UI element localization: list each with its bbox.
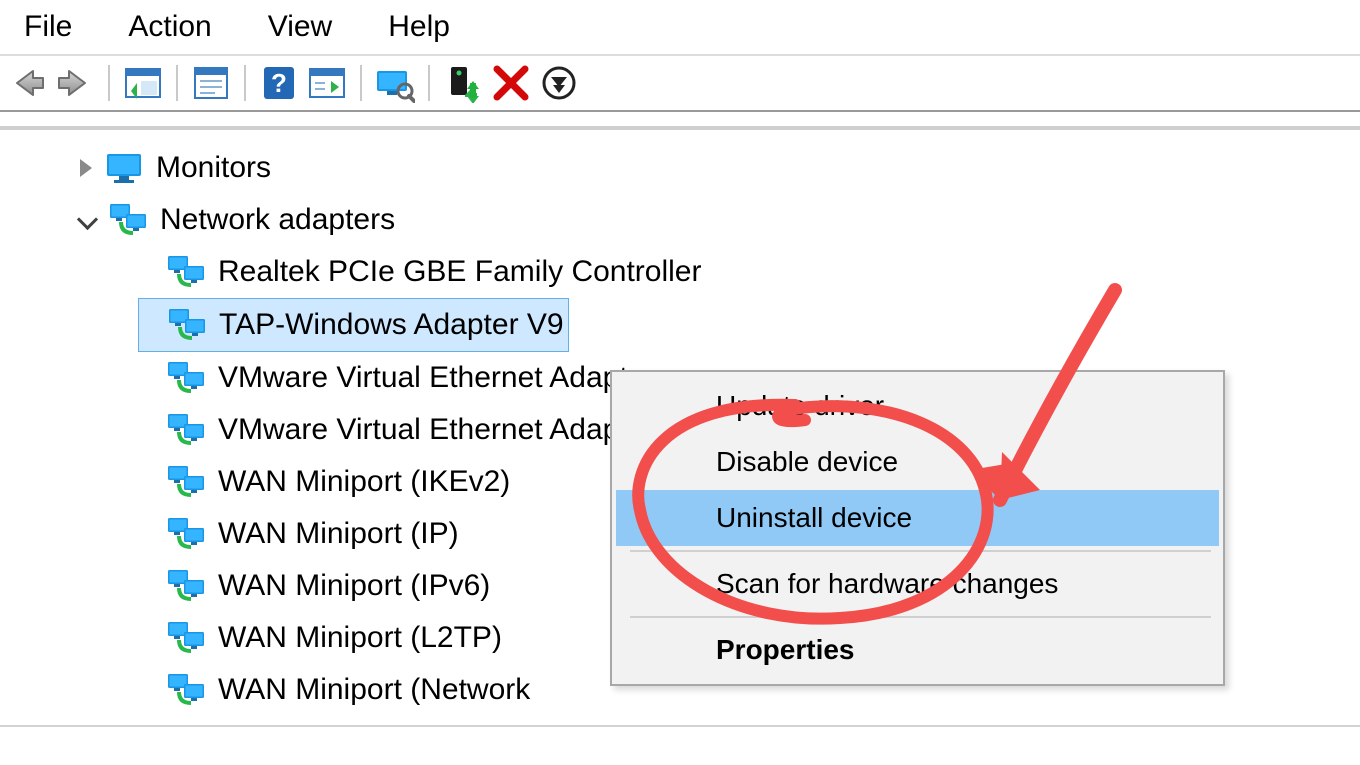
update-driver-icon <box>539 63 579 103</box>
tree-item-tap-windows[interactable]: TAP-Windows Adapter V9 <box>138 298 569 352</box>
forward-arrow-icon <box>55 63 95 103</box>
action-list-button[interactable] <box>306 62 348 104</box>
properties-button[interactable] <box>190 62 232 104</box>
ctx-properties[interactable]: Properties <box>616 622 1219 678</box>
network-adapter-icon <box>166 462 206 502</box>
action-list-icon <box>307 63 347 103</box>
ctx-uninstall-device[interactable]: Uninstall device <box>616 490 1219 546</box>
context-menu: Update driver Disable device Uninstall d… <box>610 370 1225 686</box>
network-adapter-icon <box>166 670 206 710</box>
back-arrow-icon <box>7 63 47 103</box>
toolbar-separator <box>244 65 246 101</box>
tree-node-label: Network adapters <box>160 204 395 236</box>
ctx-separator <box>630 616 1211 618</box>
toolbar-separator <box>108 65 110 101</box>
network-adapter-icon <box>166 618 206 658</box>
tree-item-label: WAN Miniport (Network <box>218 674 530 706</box>
network-adapter-icon <box>166 358 206 398</box>
expand-collapse-icon[interactable] <box>80 212 96 228</box>
back-button[interactable] <box>6 62 48 104</box>
delete-x-icon <box>491 63 531 103</box>
tree-item-label: VMware Virtual Ethernet Adapter <box>218 414 654 446</box>
help-button[interactable]: ? <box>258 62 300 104</box>
toolbar-separator <box>360 65 362 101</box>
toolbar: ? <box>0 54 1360 112</box>
console-tree-icon <box>123 63 163 103</box>
network-adapter-icon <box>166 410 206 450</box>
network-adapter-icon <box>166 566 206 606</box>
network-adapter-icon <box>166 514 206 554</box>
tree-item-label: VMware Virtual Ethernet Adapter <box>218 362 654 394</box>
ctx-separator <box>630 550 1211 552</box>
scan-monitor-icon <box>375 63 415 103</box>
forward-button[interactable] <box>54 62 96 104</box>
network-adapter-icon <box>166 252 206 292</box>
toolbar-separator <box>428 65 430 101</box>
ctx-disable-device[interactable]: Disable device <box>616 434 1219 490</box>
tree-item-label: WAN Miniport (IPv6) <box>218 570 490 602</box>
menu-help[interactable]: Help <box>388 10 450 44</box>
tree-item-label: WAN Miniport (IP) <box>218 518 459 550</box>
tree-item-label: Realtek PCIe GBE Family Controller <box>218 256 702 288</box>
toolbar-separator <box>176 65 178 101</box>
tree-item-label: TAP-Windows Adapter V9 <box>219 309 564 341</box>
uninstall-device-button[interactable] <box>490 62 532 104</box>
network-adapter-icon <box>167 305 207 345</box>
enable-device-button[interactable] <box>442 62 484 104</box>
tree-item-label: WAN Miniport (IKEv2) <box>218 466 510 498</box>
menu-file[interactable]: File <box>24 10 72 44</box>
properties-sheet-icon <box>191 63 231 103</box>
tree-node-network-adapters[interactable]: Network adapters <box>80 194 1360 246</box>
tree-node-label: Monitors <box>156 152 271 184</box>
update-driver-button[interactable] <box>538 62 580 104</box>
menubar: File Action View Help <box>0 0 1360 54</box>
tree-item-realtek[interactable]: Realtek PCIe GBE Family Controller <box>138 246 1360 298</box>
ctx-scan-hardware[interactable]: Scan for hardware changes <box>616 556 1219 612</box>
menu-action[interactable]: Action <box>128 10 211 44</box>
tree-node-monitors[interactable]: Monitors <box>80 142 1360 194</box>
ctx-update-driver[interactable]: Update driver <box>616 378 1219 434</box>
monitor-icon <box>104 148 144 188</box>
show-hide-console-tree-button[interactable] <box>122 62 164 104</box>
svg-text:?: ? <box>271 68 287 98</box>
network-adapter-icon <box>108 200 148 240</box>
tree-item-label: WAN Miniport (L2TP) <box>218 622 502 654</box>
scan-hardware-button[interactable] <box>374 62 416 104</box>
help-icon: ? <box>259 63 299 103</box>
bottom-border <box>0 725 1360 727</box>
menu-view[interactable]: View <box>268 10 332 44</box>
expand-collapse-icon[interactable] <box>80 152 92 184</box>
enable-device-icon <box>443 63 483 103</box>
